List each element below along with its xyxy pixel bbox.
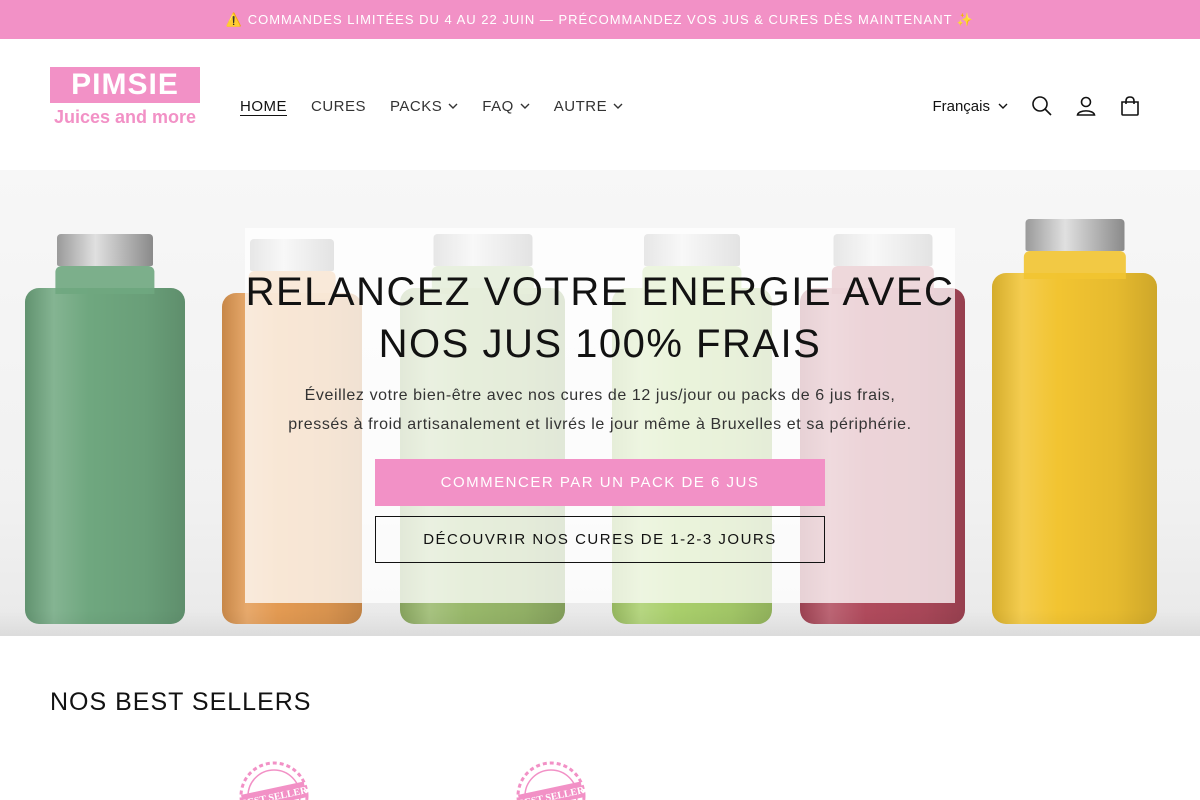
hero-banner: RELANCEZ VOTRE ENERGIE AVEC NOS JUS 100%…	[0, 170, 1200, 636]
announcement-bar: ⚠️ COMMANDES LIMITÉES DU 4 AU 22 JUIN — …	[0, 0, 1200, 39]
logo-tagline: Juices and more	[53, 106, 197, 127]
start-pack-button[interactable]: COMMENCER PAR UN PACK DE 6 JUS	[375, 459, 825, 506]
bottle-cap	[1025, 219, 1124, 251]
juice-bottle	[25, 234, 185, 624]
header-actions: Français	[932, 86, 1152, 126]
best-seller-badge: BEST SELLER	[516, 761, 586, 800]
nav-item-faq[interactable]: FAQ	[470, 91, 542, 121]
chevron-down-icon	[448, 103, 458, 109]
nav-label: HOME	[240, 97, 287, 115]
search-icon	[1032, 96, 1052, 116]
nav-label: CURES	[311, 97, 367, 115]
cart-icon	[1121, 96, 1139, 116]
bottle-body	[25, 288, 185, 624]
account-icon	[1076, 96, 1096, 116]
cart-button[interactable]	[1108, 86, 1152, 126]
nav-label: FAQ	[482, 97, 514, 115]
site-header: PIMSIE Juices and more HOME CURES PACKS …	[0, 39, 1200, 170]
search-button[interactable]	[1020, 86, 1064, 126]
nav-item-home[interactable]: HOME	[228, 91, 299, 121]
chevron-down-icon	[998, 103, 1008, 109]
bottle-cap	[57, 234, 153, 266]
announcement-text: ⚠️ COMMANDES LIMITÉES DU 4 AU 22 JUIN — …	[225, 11, 975, 27]
hero-title: RELANCEZ VOTRE ENERGIE AVEC NOS JUS 100%…	[245, 270, 955, 366]
chevron-down-icon	[520, 103, 530, 109]
language-selector[interactable]: Français	[932, 98, 1008, 115]
best-sellers-title: NOS BEST SELLERS	[50, 688, 312, 716]
nav-label: PACKS	[390, 97, 443, 115]
best-seller-badge: BEST SELLER	[239, 761, 309, 800]
badge-label: BEST SELLER	[517, 785, 586, 800]
hero-floor-shadow	[0, 610, 1200, 636]
nav-label: AUTRE	[553, 97, 608, 115]
juice-bottle	[992, 219, 1157, 624]
nav-item-packs[interactable]: PACKS	[378, 91, 470, 121]
hero-description: Éveillez votre bien-être avec nos cures …	[288, 387, 912, 433]
language-label: Français	[932, 97, 990, 115]
nav-item-autre[interactable]: AUTRE	[542, 91, 635, 121]
bottle-neck	[1023, 251, 1126, 279]
bottle-body	[992, 273, 1157, 624]
bottle-neck	[55, 266, 155, 294]
nav-item-cures[interactable]: CURES	[299, 91, 378, 121]
logo-name: PIMSIE	[50, 67, 200, 103]
main-nav: HOME CURES PACKS FAQ AUTRE	[228, 91, 635, 121]
discover-cures-button[interactable]: DÉCOUVRIR NOS CURES DE 1-2-3 JOURS	[375, 516, 825, 563]
account-button[interactable]	[1064, 86, 1108, 126]
chevron-down-icon	[613, 103, 623, 109]
brand-logo[interactable]: PIMSIE Juices and more	[50, 67, 200, 133]
badge-label: BEST SELLER	[240, 785, 309, 800]
